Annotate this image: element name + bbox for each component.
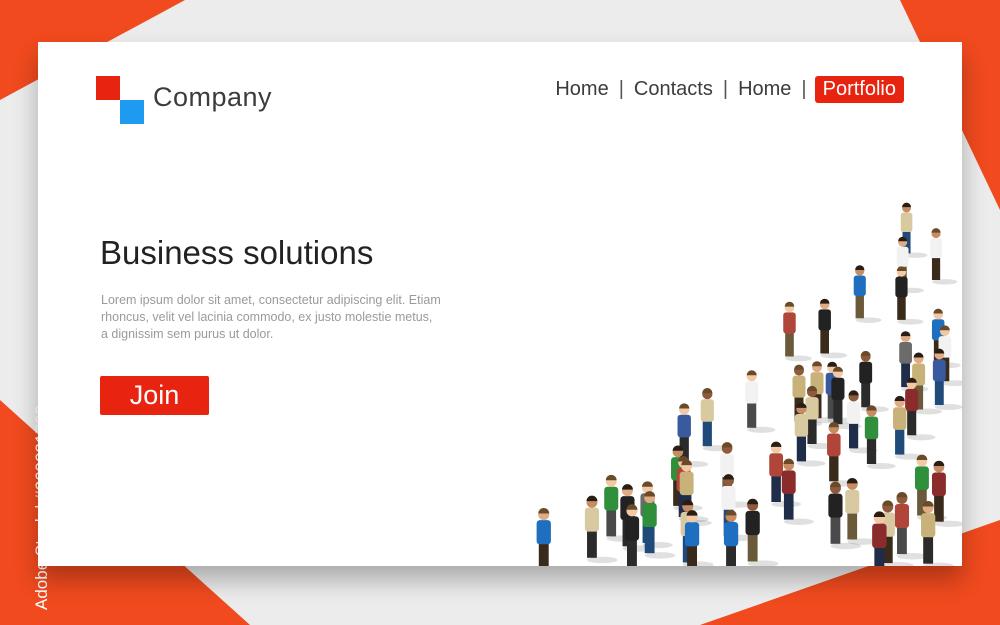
crowd-person (700, 388, 732, 452)
crowd-person (864, 405, 896, 470)
crowd-person (745, 370, 776, 433)
crowd-person (783, 301, 813, 362)
crowd-illustration (536, 202, 962, 566)
crowd-person (895, 266, 924, 325)
landing-page-card: Company Home | Contacts | Home | Portfol… (38, 42, 962, 566)
crowd-person (859, 350, 889, 413)
crowd-person (781, 458, 814, 525)
crowd-person (536, 508, 551, 566)
stock-watermark: Adobe Stock | #269021700 (10, 390, 51, 610)
crowd-person (853, 265, 882, 323)
crowd-person (745, 498, 779, 566)
crowd-person (818, 298, 848, 359)
crowd-person (931, 460, 962, 528)
crowd-person (642, 491, 676, 559)
crowd-person (930, 228, 958, 285)
